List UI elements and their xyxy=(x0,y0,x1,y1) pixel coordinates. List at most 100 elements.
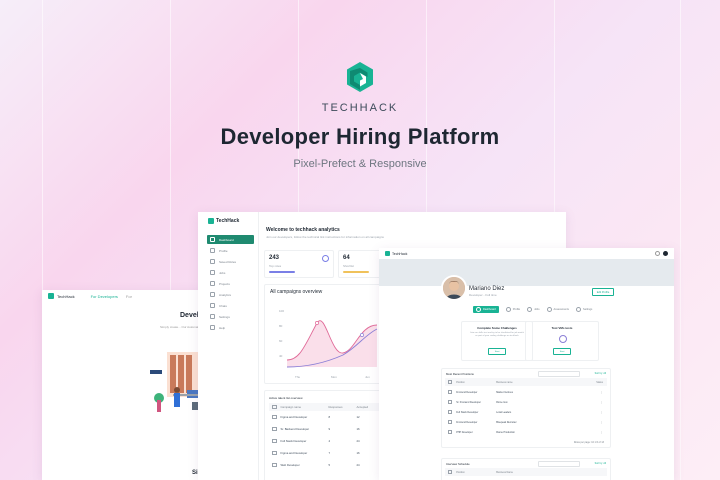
column-header[interactable]: Business name xyxy=(496,381,562,384)
row-checkbox[interactable] xyxy=(448,429,453,435)
stat-card-top-roles: 243 Top roles xyxy=(264,250,334,278)
dashboard-sidebar: TechHack Dashboard Profile Saved Roles Jobs… xyxy=(198,212,259,480)
more-options-icon[interactable]: ⋮ xyxy=(601,391,603,394)
tab-icon xyxy=(527,307,533,312)
chart-canvas: 100 80 60 40 Thu Mon Jun xyxy=(279,309,378,379)
sidebar-item-label: Jobs xyxy=(219,270,226,275)
table-row[interactable]: Figma and Developer 8 12 xyxy=(269,413,381,421)
table-row[interactable]: Frontend Developer Market Invoices ⋮ xyxy=(445,388,607,396)
tab-label: Settings xyxy=(582,308,593,311)
table-row[interactable]: Full Stack Developer 4 24 xyxy=(269,437,381,445)
recent-positions-table: Most Recent Positions Sort by: All Posit… xyxy=(441,368,611,448)
table-row[interactable]: Figma and Developer 7 16 xyxy=(269,449,381,457)
row-checkbox[interactable] xyxy=(272,450,277,456)
sidebar-item-dashboard[interactable]: Dashboard xyxy=(207,235,254,244)
table-row[interactable]: Web Developer 5 24 xyxy=(269,461,381,469)
row-checkbox[interactable] xyxy=(272,462,277,468)
table-row[interactable]: PHP Developer Flame Production ⋮ xyxy=(445,428,607,436)
table-filter[interactable]: Sort by: All xyxy=(595,372,606,375)
table-filter[interactable]: Sort by: All xyxy=(595,462,606,465)
table-search-input[interactable] xyxy=(538,371,580,377)
select-all-checkbox[interactable] xyxy=(448,469,453,475)
start-challenge-button[interactable]: Start xyxy=(488,348,506,355)
tab-profile[interactable]: Profile xyxy=(505,306,520,313)
table-row[interactable]: Full Stack Developer Local Leaders ⋮ xyxy=(445,408,607,416)
profile-tabs: Dashboard Profile Jobs Assessments Settings xyxy=(473,306,592,313)
row-checkbox[interactable] xyxy=(448,409,453,415)
profile-name: Mariano Diez xyxy=(469,286,505,292)
profile-topbar: TechHack xyxy=(379,248,674,259)
column-header[interactable]: Campaign name xyxy=(281,405,329,409)
stat-progress-bar xyxy=(343,271,369,273)
edit-profile-button[interactable]: Edit Profile xyxy=(592,288,614,296)
sidebar-item-chats[interactable]: Chats xyxy=(207,301,254,310)
sidebar-item-projects[interactable]: Projects xyxy=(207,279,254,288)
sidebar-item-jobs[interactable]: Jobs xyxy=(207,268,254,277)
hero-section: TECHHACK Developer Hiring Platform Pixel… xyxy=(0,60,720,170)
campaign-overview-chart: All campaigns overview 100 80 60 40 Thu … xyxy=(264,284,386,384)
sidebar-item-profile[interactable]: Profile xyxy=(207,246,254,255)
select-all-checkbox[interactable] xyxy=(448,379,453,385)
table-title: Most Recent Positions xyxy=(446,372,474,376)
column-header[interactable]: Accepted xyxy=(357,405,377,409)
tab-jobs[interactable]: Jobs xyxy=(527,306,540,313)
table-cell: 5 xyxy=(328,463,331,467)
row-checkbox[interactable] xyxy=(448,419,453,425)
tab-dashboard[interactable]: Dashboard xyxy=(473,306,499,313)
table-cell: 4 xyxy=(328,439,331,443)
y-tick-label: 40 xyxy=(279,354,283,358)
table-cell: 8 xyxy=(328,415,331,419)
more-options-icon[interactable]: ⋮ xyxy=(601,421,603,424)
more-options-icon[interactable]: ⋮ xyxy=(601,431,603,434)
table-search-input[interactable] xyxy=(538,461,580,467)
x-tick-label: Thu xyxy=(295,375,301,379)
chart-icon xyxy=(210,292,215,297)
column-header[interactable]: Business Name xyxy=(496,471,562,474)
row-checkbox[interactable] xyxy=(272,414,277,420)
table-cell: Local Leaders xyxy=(496,410,512,414)
user-avatar[interactable] xyxy=(663,251,668,256)
more-options-icon[interactable]: ⋮ xyxy=(601,411,603,414)
notification-icon[interactable] xyxy=(655,251,660,256)
tab-settings[interactable]: Settings xyxy=(575,306,593,313)
stat-label: Shortlist xyxy=(343,264,354,268)
table-pagination[interactable]: Rows per page: 10 1-5 of 13 xyxy=(574,441,604,444)
table-header-row: Position Business name Status xyxy=(445,378,607,386)
briefcase-icon xyxy=(210,270,215,275)
challenge-card: Complete Some Challenges Join our skills… xyxy=(461,321,533,361)
row-checkbox[interactable] xyxy=(448,389,453,395)
table-cell: Rome Gov xyxy=(496,400,508,404)
start-test-button[interactable]: Start xyxy=(553,348,571,355)
help-icon xyxy=(210,325,215,330)
table-cell: 9 xyxy=(328,427,331,431)
sidebar-item-label: Profile xyxy=(219,248,228,253)
table-row[interactable]: Frontend Developer Bluepeak Recruiter ⋮ xyxy=(445,418,607,426)
table-row[interactable]: Sr. Backend Developer 9 16 xyxy=(269,425,381,433)
column-header[interactable]: Position xyxy=(456,471,496,474)
sidebar-item-saved-roles[interactable]: Saved Roles xyxy=(207,257,254,266)
landing-nav-other[interactable]: For xyxy=(126,294,132,299)
column-header[interactable]: Position xyxy=(456,381,496,384)
column-header[interactable]: Responses xyxy=(329,405,357,409)
profile-role: Developer - Full time xyxy=(469,293,497,297)
table-title: Active talent list overview xyxy=(269,396,303,400)
column-header[interactable]: Status xyxy=(596,381,603,384)
challenge-title: Complete Some Challenges xyxy=(477,326,517,330)
techhack-logo-icon xyxy=(208,218,214,224)
profile-banner xyxy=(379,259,674,286)
select-all-checkbox[interactable] xyxy=(272,404,277,410)
sidebar-item-settings[interactable]: Settings xyxy=(207,312,254,321)
table-cell: Frontend Developer xyxy=(456,420,478,424)
landing-brand: TechHack xyxy=(57,293,75,299)
row-checkbox[interactable] xyxy=(272,426,277,432)
landing-nav-developers[interactable]: For Developers xyxy=(91,294,118,299)
sidebar-item-analytics[interactable]: Analytics xyxy=(207,290,254,299)
table-cell: Sr. Backend Developer xyxy=(280,427,310,431)
sidebar-item-help[interactable]: Help xyxy=(207,323,254,332)
table-row[interactable]: Sr. Frontend Developer Rome Gov ⋮ xyxy=(445,398,607,406)
row-checkbox[interactable] xyxy=(448,399,453,405)
more-options-icon[interactable]: ⋮ xyxy=(601,401,603,404)
tab-assessments[interactable]: Assessments xyxy=(546,306,569,313)
y-tick-label: 80 xyxy=(279,324,283,328)
row-checkbox[interactable] xyxy=(272,438,277,444)
